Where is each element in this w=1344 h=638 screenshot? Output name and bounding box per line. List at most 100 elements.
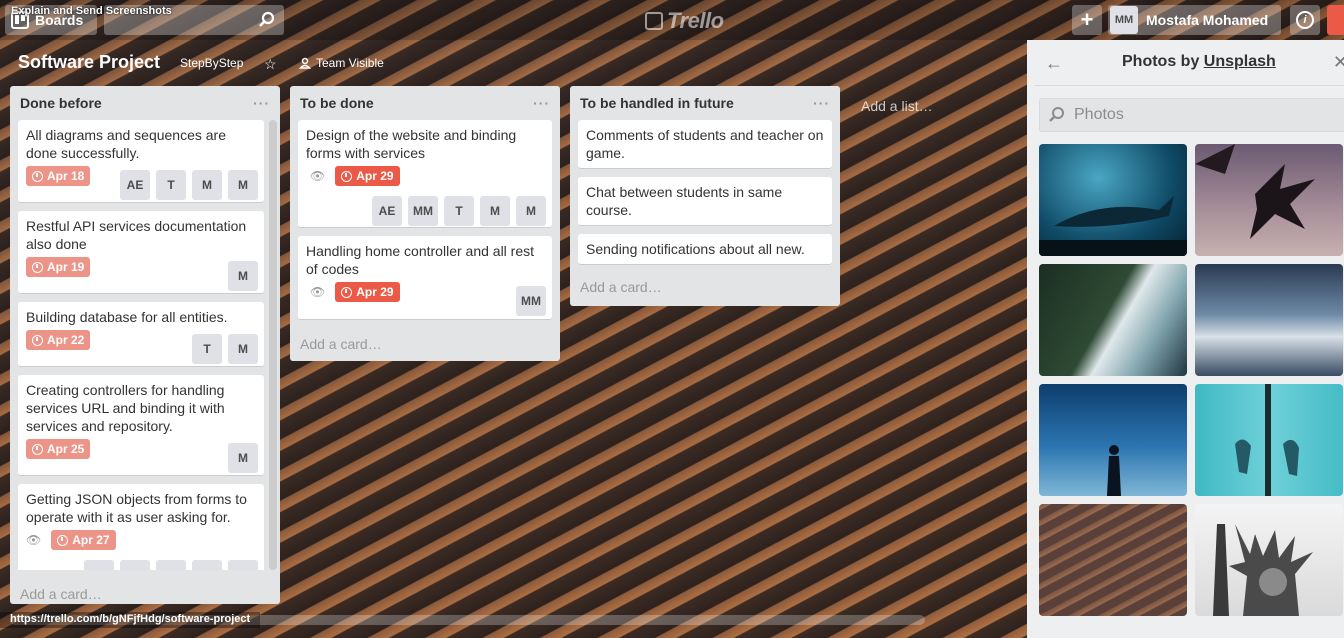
due-date: Apr 29 [356,285,394,299]
member-avatar[interactable]: M [516,196,546,226]
add-button[interactable]: + [1072,5,1102,35]
clock-icon [32,334,43,346]
photo-thumbnail-silhouette[interactable] [1039,384,1187,496]
photo-search-input[interactable]: Photos [1039,98,1344,132]
notifications-button[interactable] [1327,5,1344,35]
divers-image [1235,384,1299,496]
photo-thumbnail-leaves[interactable] [1195,144,1343,256]
member-avatar[interactable]: MM [408,196,438,226]
list-title: To be handled in future [580,95,734,111]
card-title: Building database for all entities. [26,309,228,325]
info-button[interactable]: i [1290,5,1320,35]
trello-logo[interactable]: Trello [645,8,724,34]
member-avatar[interactable]: M [228,334,258,364]
member-avatar[interactable]: T [156,560,186,570]
star-button[interactable]: ☆ [264,56,277,73]
due-date-badge: Apr 27 [51,530,116,550]
close-icon[interactable]: ✕ [1333,52,1344,73]
list-scrollbar[interactable] [269,120,277,570]
team-name: StepByStep [180,56,244,70]
due-date-badge: Apr 25 [26,439,91,459]
card[interactable]: Design of the website and binding forms … [298,120,552,228]
board-title[interactable]: Software Project [18,52,160,73]
card-title: Creating controllers for handling servic… [26,382,225,434]
list-menu-icon[interactable]: ··· [533,95,550,111]
card-members: AE MM T M M [84,560,258,570]
card-members: M [228,261,258,291]
list-menu-icon[interactable]: ··· [813,95,830,111]
list-menu-icon[interactable]: ··· [253,95,270,111]
card-title: All diagrams and sequences are done succ… [26,127,227,161]
card[interactable]: Comments of students and teacher on game… [578,120,832,169]
photo-thumbnail-waves[interactable] [1039,264,1187,376]
clock-icon [32,170,43,182]
photo-thumbnail-divers[interactable] [1195,384,1343,496]
due-date-badge: Apr 22 [26,330,91,350]
add-card-button[interactable]: Add a card… [570,273,840,305]
add-card-button[interactable]: Add a card… [290,328,560,362]
due-date: Apr 25 [47,442,85,456]
trello-logo-icon [645,12,663,30]
team-icon [299,57,311,69]
member-avatar[interactable]: MM [120,560,150,570]
card-members: T M [192,334,258,364]
card-badges: 👁 Apr 27 [26,530,116,550]
divider [1035,85,1344,86]
card[interactable]: All diagrams and sequences are done succ… [18,120,264,203]
person-silhouette [1107,445,1121,496]
card[interactable]: Chat between students in same course. [578,177,832,226]
photo-thumbnail-stripes[interactable] [1039,504,1187,616]
add-list-button[interactable]: Add a list… [861,98,933,114]
member-avatar[interactable]: M [228,261,258,291]
member-avatar[interactable]: M [192,560,222,570]
card[interactable]: Handling home controller and all rest of… [298,236,552,320]
back-arrow-icon[interactable]: ← [1045,53,1063,74]
member-avatar[interactable]: M [192,170,222,200]
visibility-button[interactable]: Team Visible [299,56,384,70]
photo-thumbnail-aquarium[interactable] [1039,144,1187,256]
member-avatar[interactable]: M [228,170,258,200]
card[interactable]: Getting JSON objects from forms to opera… [18,484,264,570]
card[interactable]: Restful API services documentation also … [18,211,264,294]
star-icon: ☆ [264,56,277,72]
unsplash-link[interactable]: Unsplash [1204,53,1276,70]
member-avatar[interactable]: MM [516,286,546,316]
member-avatar[interactable]: AE [372,196,402,226]
photo-thumbnail-statue[interactable] [1195,504,1343,616]
team-button[interactable]: StepByStep [180,56,243,70]
list-header[interactable]: To be done ··· [290,86,560,120]
watch-icon: 👁 [310,285,326,299]
photo-thumbnail-clouds[interactable] [1195,264,1343,376]
member-avatar[interactable]: M [480,196,510,226]
card[interactable]: Sending notifications about all new. [578,234,832,265]
shark-image [1039,196,1187,256]
clock-icon [32,261,43,273]
visibility-label: Team Visible [316,56,384,70]
card-badges: 👁 Apr 29 [310,282,400,302]
panel-title-prefix: Photos by [1122,53,1204,70]
clock-icon [32,443,43,455]
card-members: MM [516,286,546,316]
user-menu-button[interactable]: MM Mostafa Mohamed [1108,5,1281,35]
due-date-badge: Apr 29 [335,282,400,302]
card-members: AE MM T M M [372,196,546,226]
member-avatar[interactable]: M [228,560,258,570]
info-icon: i [1296,11,1314,29]
member-avatar[interactable]: AE [120,170,150,200]
member-avatar[interactable]: T [192,334,222,364]
avatar: MM [1110,6,1138,34]
list-future: To be handled in future ··· Comments of … [570,86,840,306]
list-header[interactable]: To be handled in future ··· [570,86,840,120]
list-header[interactable]: Done before ··· [10,86,280,120]
member-avatar[interactable]: T [156,170,186,200]
card-title: Restful API services documentation also … [26,218,247,252]
member-avatar[interactable]: AE [84,560,114,570]
member-avatar[interactable]: M [228,443,258,473]
card[interactable]: Building database for all entities. Apr … [18,302,264,367]
clock-icon [57,534,69,546]
add-card-button[interactable]: Add a card… [10,580,112,604]
card-title: Sending notifications about all new. [586,241,805,257]
member-avatar[interactable]: T [444,196,474,226]
due-date: Apr 29 [356,169,394,183]
card[interactable]: Creating controllers for handling servic… [18,375,264,476]
